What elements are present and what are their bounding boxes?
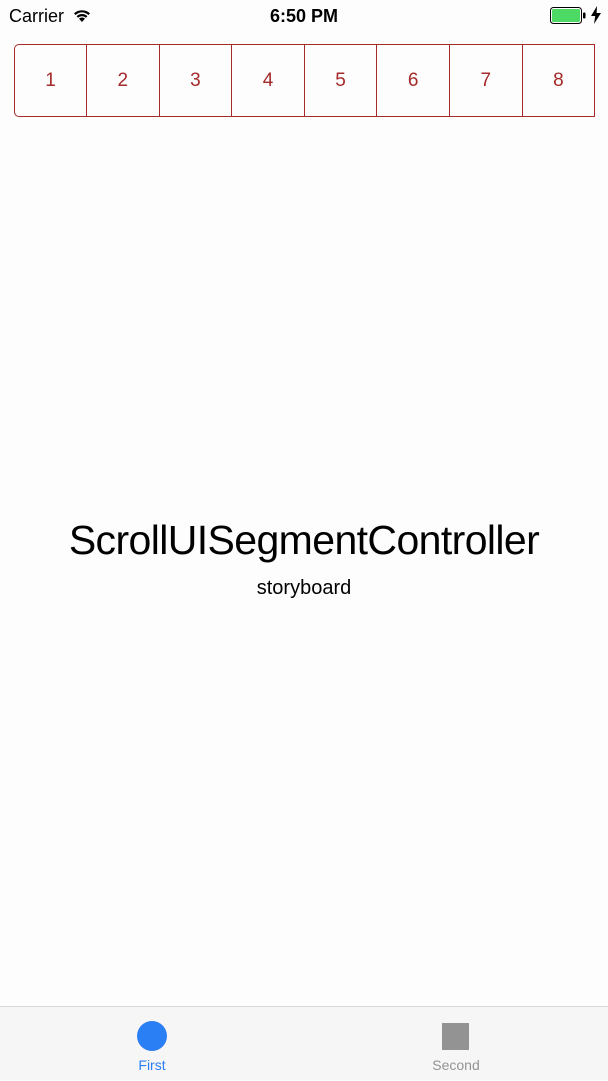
- status-bar: Carrier 6:50 PM: [0, 0, 608, 32]
- segment-label: 7: [480, 69, 492, 91]
- segment-label: 2: [117, 69, 129, 91]
- segment-1[interactable]: 1: [15, 45, 87, 116]
- segment-label: 8: [553, 69, 564, 91]
- segment-6[interactable]: 6: [377, 45, 450, 116]
- segment-8[interactable]: 8: [523, 45, 596, 116]
- page-title: ScrollUISegmentController: [68, 517, 540, 563]
- segmented-control: 1 2 3 4 5 6 7 8: [14, 44, 596, 117]
- segment-3[interactable]: 3: [160, 45, 233, 116]
- segment-7[interactable]: 7: [450, 45, 523, 116]
- battery-icon: [550, 7, 586, 24]
- segment-label: 1: [45, 69, 56, 91]
- segment-label: 4: [262, 69, 274, 91]
- tab-label: Second: [432, 1057, 480, 1073]
- circle-icon: [137, 1021, 167, 1051]
- segment-4[interactable]: 4: [232, 45, 305, 116]
- segment-label: 3: [190, 69, 201, 91]
- tab-label: First: [138, 1057, 166, 1073]
- segment-2[interactable]: 2: [87, 45, 160, 116]
- segment-5[interactable]: 5: [305, 45, 378, 116]
- tab-first[interactable]: First: [76, 1007, 228, 1081]
- tab-bar: First Second: [0, 1006, 608, 1080]
- charging-bolt-icon: [591, 6, 601, 24]
- tab-second[interactable]: Second: [380, 1007, 532, 1081]
- square-icon: [442, 1023, 469, 1050]
- segment-scroll-view[interactable]: 1 2 3 4 5 6 7 8: [14, 44, 608, 117]
- segment-label: 5: [335, 69, 346, 91]
- status-time: 6:50 PM: [269, 6, 339, 26]
- page-subtitle: storyboard: [256, 577, 352, 599]
- segment-label: 6: [407, 69, 419, 91]
